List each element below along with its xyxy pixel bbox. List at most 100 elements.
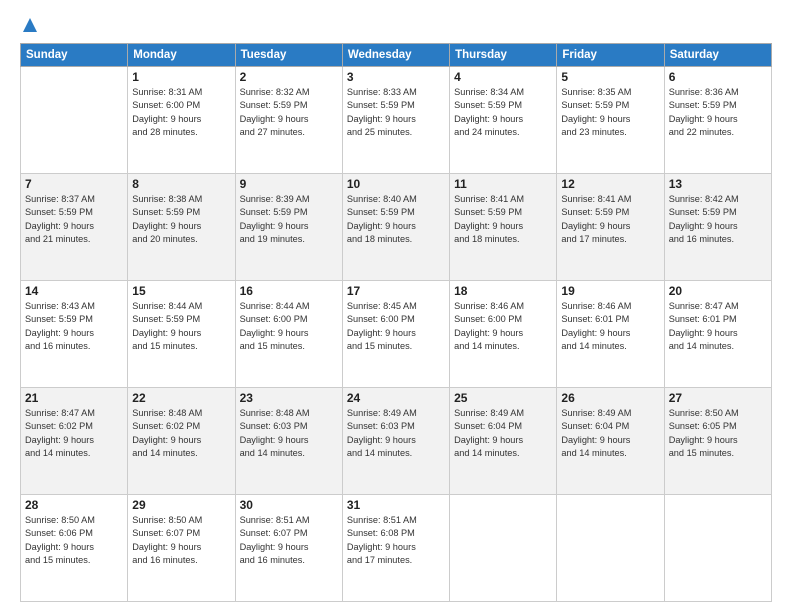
calendar-cell: 29Sunrise: 8:50 AMSunset: 6:07 PMDayligh… — [128, 495, 235, 602]
col-header-wednesday: Wednesday — [342, 44, 449, 67]
day-number: 11 — [454, 177, 552, 191]
day-info: Sunrise: 8:49 AMSunset: 6:03 PMDaylight:… — [347, 407, 445, 460]
day-info: Sunrise: 8:41 AMSunset: 5:59 PMDaylight:… — [561, 193, 659, 246]
calendar-week-row: 21 Sunrise: 8:47 AMSunset: 6:02 PMDayligh… — [21, 388, 772, 495]
calendar-cell — [450, 495, 557, 602]
day-info: Sunrise: 8:42 AMSunset: 5:59 PMDaylight:… — [669, 193, 767, 246]
day-info: Sunrise: 8:50 AMSunset: 6:06 PMDaylight:… — [25, 514, 123, 567]
day-number: 4 — [454, 70, 552, 84]
calendar-cell: 4 Sunrise: 8:34 AMSunset: 5:59 PMDaylight… — [450, 67, 557, 174]
day-info: Sunrise: 8:47 AMSunset: 6:02 PMDaylight:… — [25, 407, 123, 460]
logo — [20, 16, 37, 37]
day-number: 5 — [561, 70, 659, 84]
day-info: Sunrise: 8:41 AMSunset: 5:59 PMDaylight:… — [454, 193, 552, 246]
day-info: Sunrise: 8:50 AMSunset: 6:05 PMDaylight:… — [669, 407, 767, 460]
col-header-tuesday: Tuesday — [235, 44, 342, 67]
calendar-cell: 8 Sunrise: 8:38 AMSunset: 5:59 PMDaylight… — [128, 174, 235, 281]
calendar-cell: 5 Sunrise: 8:35 AMSunset: 5:59 PMDaylight… — [557, 67, 664, 174]
calendar-cell: 21 Sunrise: 8:47 AMSunset: 6:02 PMDayligh… — [21, 388, 128, 495]
day-info: Sunrise: 8:45 AMSunset: 6:00 PMDaylight:… — [347, 300, 445, 353]
day-number: 23 — [240, 391, 338, 405]
calendar-cell: 13Sunrise: 8:42 AMSunset: 5:59 PMDayligh… — [664, 174, 771, 281]
calendar-cell — [664, 495, 771, 602]
day-number: 12 — [561, 177, 659, 191]
day-number: 27 — [669, 391, 767, 405]
calendar-week-row: 14 Sunrise: 8:43 AMSunset: 5:59 PMDayligh… — [21, 281, 772, 388]
calendar-cell: 20 Sunrise: 8:47 AMSunset: 6:01 PMDayligh… — [664, 281, 771, 388]
day-info: Sunrise: 8:39 AMSunset: 5:59 PMDaylight:… — [240, 193, 338, 246]
calendar-cell: 6 Sunrise: 8:36 AMSunset: 5:59 PMDaylight… — [664, 67, 771, 174]
day-number: 30 — [240, 498, 338, 512]
calendar-week-row: 7 Sunrise: 8:37 AMSunset: 5:59 PMDaylight… — [21, 174, 772, 281]
calendar-cell: 22Sunrise: 8:48 AMSunset: 6:02 PMDayligh… — [128, 388, 235, 495]
day-info: Sunrise: 8:49 AMSunset: 6:04 PMDaylight:… — [561, 407, 659, 460]
calendar-cell: 31Sunrise: 8:51 AMSunset: 6:08 PMDayligh… — [342, 495, 449, 602]
day-number: 17 — [347, 284, 445, 298]
day-number: 21 — [25, 391, 123, 405]
day-number: 31 — [347, 498, 445, 512]
day-number: 8 — [132, 177, 230, 191]
calendar-cell: 25 Sunrise: 8:49 AMSunset: 6:04 PMDayligh… — [450, 388, 557, 495]
day-number: 25 — [454, 391, 552, 405]
day-info: Sunrise: 8:35 AMSunset: 5:59 PMDaylight:… — [561, 86, 659, 139]
day-info: Sunrise: 8:43 AMSunset: 5:59 PMDaylight:… — [25, 300, 123, 353]
calendar-header-row: SundayMondayTuesdayWednesdayThursdayFrid… — [21, 44, 772, 67]
calendar-week-row: 1 Sunrise: 8:31 AMSunset: 6:00 PMDaylight… — [21, 67, 772, 174]
day-info: Sunrise: 8:50 AMSunset: 6:07 PMDaylight:… — [132, 514, 230, 567]
calendar-cell: 9Sunrise: 8:39 AMSunset: 5:59 PMDaylight… — [235, 174, 342, 281]
calendar-cell: 18Sunrise: 8:46 AMSunset: 6:00 PMDayligh… — [450, 281, 557, 388]
day-info: Sunrise: 8:37 AMSunset: 5:59 PMDaylight:… — [25, 193, 123, 246]
day-info: Sunrise: 8:31 AMSunset: 6:00 PMDaylight:… — [132, 86, 230, 139]
day-info: Sunrise: 8:48 AMSunset: 6:02 PMDaylight:… — [132, 407, 230, 460]
col-header-saturday: Saturday — [664, 44, 771, 67]
day-number: 14 — [25, 284, 123, 298]
calendar-cell: 7 Sunrise: 8:37 AMSunset: 5:59 PMDaylight… — [21, 174, 128, 281]
calendar-cell: 1 Sunrise: 8:31 AMSunset: 6:00 PMDaylight… — [128, 67, 235, 174]
calendar-table: SundayMondayTuesdayWednesdayThursdayFrid… — [20, 43, 772, 602]
col-header-sunday: Sunday — [21, 44, 128, 67]
day-info: Sunrise: 8:49 AMSunset: 6:04 PMDaylight:… — [454, 407, 552, 460]
calendar-cell: 16Sunrise: 8:44 AMSunset: 6:00 PMDayligh… — [235, 281, 342, 388]
calendar-cell: 2Sunrise: 8:32 AMSunset: 5:59 PMDaylight… — [235, 67, 342, 174]
day-number: 15 — [132, 284, 230, 298]
calendar-cell: 17 Sunrise: 8:45 AMSunset: 6:00 PMDayligh… — [342, 281, 449, 388]
day-number: 1 — [132, 70, 230, 84]
day-info: Sunrise: 8:38 AMSunset: 5:59 PMDaylight:… — [132, 193, 230, 246]
calendar-page: SundayMondayTuesdayWednesdayThursdayFrid… — [0, 0, 792, 612]
calendar-cell: 19Sunrise: 8:46 AMSunset: 6:01 PMDayligh… — [557, 281, 664, 388]
day-info: Sunrise: 8:32 AMSunset: 5:59 PMDaylight:… — [240, 86, 338, 139]
day-number: 24 — [347, 391, 445, 405]
calendar-cell: 12 Sunrise: 8:41 AMSunset: 5:59 PMDayligh… — [557, 174, 664, 281]
col-header-thursday: Thursday — [450, 44, 557, 67]
calendar-cell: 15 Sunrise: 8:44 AMSunset: 5:59 PMDayligh… — [128, 281, 235, 388]
day-number: 3 — [347, 70, 445, 84]
day-number: 26 — [561, 391, 659, 405]
col-header-monday: Monday — [128, 44, 235, 67]
calendar-cell: 26 Sunrise: 8:49 AMSunset: 6:04 PMDayligh… — [557, 388, 664, 495]
day-info: Sunrise: 8:36 AMSunset: 5:59 PMDaylight:… — [669, 86, 767, 139]
calendar-cell: 30 Sunrise: 8:51 AMSunset: 6:07 PMDayligh… — [235, 495, 342, 602]
day-number: 20 — [669, 284, 767, 298]
calendar-cell: 3Sunrise: 8:33 AMSunset: 5:59 PMDaylight… — [342, 67, 449, 174]
day-number: 7 — [25, 177, 123, 191]
day-number: 16 — [240, 284, 338, 298]
calendar-cell: 28Sunrise: 8:50 AMSunset: 6:06 PMDayligh… — [21, 495, 128, 602]
calendar-cell: 23 Sunrise: 8:48 AMSunset: 6:03 PMDayligh… — [235, 388, 342, 495]
calendar-week-row: 28Sunrise: 8:50 AMSunset: 6:06 PMDayligh… — [21, 495, 772, 602]
calendar-cell: 10 Sunrise: 8:40 AMSunset: 5:59 PMDayligh… — [342, 174, 449, 281]
day-number: 6 — [669, 70, 767, 84]
calendar-cell: 24 Sunrise: 8:49 AMSunset: 6:03 PMDayligh… — [342, 388, 449, 495]
day-info: Sunrise: 8:40 AMSunset: 5:59 PMDaylight:… — [347, 193, 445, 246]
day-number: 10 — [347, 177, 445, 191]
calendar-cell — [557, 495, 664, 602]
day-info: Sunrise: 8:34 AMSunset: 5:59 PMDaylight:… — [454, 86, 552, 139]
logo-triangle-icon — [23, 18, 37, 37]
calendar-cell: 27 Sunrise: 8:50 AMSunset: 6:05 PMDayligh… — [664, 388, 771, 495]
day-info: Sunrise: 8:48 AMSunset: 6:03 PMDaylight:… — [240, 407, 338, 460]
col-header-friday: Friday — [557, 44, 664, 67]
day-number: 18 — [454, 284, 552, 298]
day-info: Sunrise: 8:46 AMSunset: 6:01 PMDaylight:… — [561, 300, 659, 353]
day-info: Sunrise: 8:51 AMSunset: 6:07 PMDaylight:… — [240, 514, 338, 567]
day-info: Sunrise: 8:47 AMSunset: 6:01 PMDaylight:… — [669, 300, 767, 353]
day-info: Sunrise: 8:44 AMSunset: 5:59 PMDaylight:… — [132, 300, 230, 353]
